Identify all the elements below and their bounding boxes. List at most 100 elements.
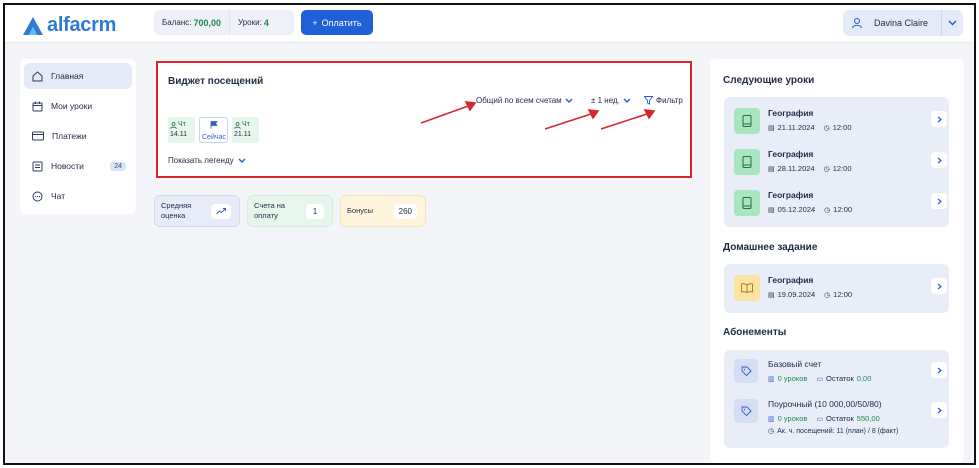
right-panel: Следующие уроки География ▤ 21.11.2024 ◷… [710, 59, 964, 463]
lesson-date: 28.11.2024 [777, 164, 815, 173]
lesson-item[interactable]: География ▤ 05.12.2024 ◷ 12:00 [734, 185, 949, 221]
stat-label: оценка [161, 211, 186, 220]
lesson-subject: География [768, 149, 814, 159]
homework-item[interactable]: География ▤ 19.09.2024 ◷ 12:00 [734, 270, 949, 306]
balance-panel: Баланс: 700,00 Уроки: 4 [154, 10, 294, 35]
show-legend-toggle[interactable]: Показать легенду [168, 156, 246, 165]
lesson-date: 21.11.2024 [777, 123, 815, 132]
calendar-icon: ▤ [768, 124, 775, 132]
homework-title: Домашнее задание [723, 242, 818, 253]
chevron-right-icon[interactable] [931, 152, 947, 168]
lesson-time: 12:00 [833, 205, 853, 214]
book-icon [734, 149, 760, 175]
remainder-value: 0,00 [856, 374, 872, 383]
sidebar: Главная Мои уроки Платежи Новости 24 Чат [20, 59, 136, 214]
calendar-icon: ▤ [768, 206, 775, 214]
logo-text: alfacrm [47, 14, 117, 36]
card-icon [32, 131, 44, 141]
pay-button-label: Оплатить [321, 17, 362, 28]
pay-button[interactable]: + Оплатить [301, 10, 373, 35]
invoices-card[interactable]: Счета на оплату 1 [247, 195, 333, 227]
top-bar: alfacrm Баланс: 700,00 Уроки: 4 + Оплати… [5, 5, 974, 43]
day-cell-future[interactable]: Чт 21.11 [232, 117, 259, 143]
chevron-down-icon[interactable] [941, 10, 963, 36]
average-grade-card[interactable]: Средняя оценка [154, 195, 240, 227]
stat-value: 1 [306, 204, 324, 219]
day-now-label: Сейчас [202, 134, 226, 141]
clock-icon: ◷ [823, 165, 830, 173]
book-icon [734, 108, 760, 134]
sidebar-item-label: Главная [51, 71, 84, 81]
chevron-right-icon[interactable] [931, 278, 947, 294]
home-icon [32, 70, 43, 81]
day-cell-now[interactable]: Сейчас [199, 117, 228, 143]
day-cell-past[interactable]: Чт 14.11 [168, 117, 195, 143]
subscription-name: Поурочный (10 000,00/50/80) [768, 399, 882, 409]
wallet-icon: ▭ [816, 375, 824, 383]
tag-icon [734, 399, 758, 423]
lesson-item[interactable]: География ▤ 21.11.2024 ◷ 12:00 [734, 103, 949, 139]
homework-subject: География [768, 275, 814, 285]
chevron-right-icon[interactable] [931, 362, 947, 378]
sidebar-item-payments[interactable]: Платежи [24, 123, 132, 149]
attendance-hours: Ак. ч. посещений: 11 (план) / 8 (факт) [777, 427, 899, 435]
account-filter-label: Общий по всем счетам [476, 96, 562, 105]
lesson-subject: География [768, 190, 814, 200]
clock-icon: ◷ [824, 206, 831, 214]
lessons-label: Уроки: [238, 18, 262, 27]
bonuses-card[interactable]: Бонусы 260 [340, 195, 426, 227]
filter-button[interactable]: Фильтр [644, 96, 683, 105]
app-window: alfacrm Баланс: 700,00 Уроки: 4 + Оплати… [3, 3, 976, 465]
subscription-lessons: 0 уроков [777, 374, 808, 383]
tag-icon [734, 359, 758, 383]
stat-value: 260 [393, 204, 417, 219]
sidebar-item-news[interactable]: Новости 24 [24, 153, 132, 179]
subscriptions-card: Базовый счет ▥ 0 уроков ▭ Остаток 0,00 П… [724, 350, 949, 448]
stat-label: Счета на [254, 201, 286, 210]
plus-icon: + [312, 17, 318, 28]
sidebar-item-my-lessons[interactable]: Мои уроки [24, 93, 132, 119]
user-avatar-icon [846, 12, 868, 34]
calendar-icon: ▤ [768, 291, 775, 299]
subscription-name: Базовый счет [768, 359, 822, 369]
homework-card: География ▤ 19.09.2024 ◷ 12:00 [724, 264, 949, 313]
chevron-right-icon[interactable] [931, 193, 947, 209]
sidebar-item-label: Мои уроки [51, 101, 93, 111]
sidebar-item-label: Платежи [52, 131, 87, 141]
chevron-right-icon[interactable] [931, 111, 947, 127]
sidebar-item-label: Новости [51, 161, 84, 171]
show-legend-label: Показать легенду [168, 156, 234, 165]
next-lessons-card: География ▤ 21.11.2024 ◷ 12:00 География… [724, 97, 949, 227]
homework-date: 19.09.2024 [777, 290, 816, 299]
flag-icon [210, 121, 218, 129]
sidebar-item-home[interactable]: Главная [24, 63, 132, 89]
sidebar-item-chat[interactable]: Чат [24, 183, 132, 209]
user-menu[interactable]: Davina Claire [843, 10, 963, 36]
news-icon [32, 161, 43, 171]
clock-icon: ◷ [768, 428, 775, 435]
chat-icon [32, 191, 43, 201]
calendar-icon: ▤ [768, 165, 775, 173]
logo[interactable]: alfacrm [23, 14, 116, 37]
lesson-item[interactable]: География ▤ 28.11.2024 ◷ 12:00 [734, 144, 949, 180]
subscription-item[interactable]: Поурочный (10 000,00/50/80) ▥ 0 уроков ▭… [734, 394, 949, 446]
wallet-icon: ▭ [816, 415, 824, 423]
open-book-icon [734, 275, 760, 301]
lessons-value: 4 [263, 17, 269, 28]
subscription-item[interactable]: Базовый счет ▥ 0 уроков ▭ Остаток 0,00 [734, 354, 949, 390]
lesson-time: 12:00 [832, 164, 852, 173]
chevron-down-icon [623, 98, 631, 103]
book-icon: ▥ [768, 375, 775, 383]
lesson-subject: География [768, 108, 814, 118]
remainder-label: Остаток [826, 374, 854, 383]
chevron-right-icon[interactable] [931, 402, 947, 418]
balance-label: Баланс: [162, 18, 192, 27]
calendar-icon [32, 101, 43, 111]
day-weekday: Чт [242, 121, 250, 128]
account-filter-dropdown[interactable]: Общий по всем счетам [476, 96, 573, 105]
remainder-label: Остаток [826, 414, 854, 423]
clock-icon: ◷ [824, 291, 831, 299]
day-date: 14.11 [170, 131, 187, 138]
balance-value: 700,00 [193, 17, 221, 28]
period-filter-dropdown[interactable]: ± 1 нед. [591, 96, 631, 105]
